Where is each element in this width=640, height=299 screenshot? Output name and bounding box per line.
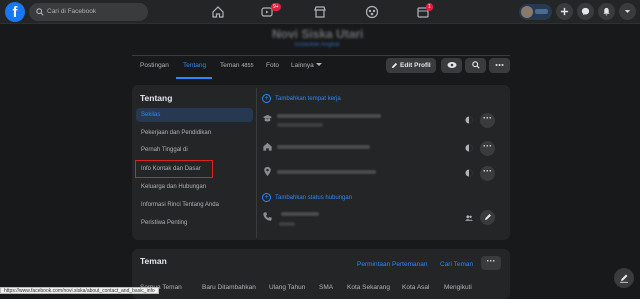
edit-profile-button[interactable]: Edit Profil xyxy=(386,58,436,73)
tab-posts[interactable]: Postingan xyxy=(140,62,169,69)
edit-profile-label: Edit Profil xyxy=(400,62,431,69)
edit-options-button[interactable]: ··· xyxy=(480,166,495,181)
house-icon xyxy=(263,142,272,151)
friends-tab-birthdays[interactable]: Ulang Tahun xyxy=(269,284,305,291)
friends-tab-current-city[interactable]: Kota Sekarang xyxy=(347,284,390,291)
gaming-badge: 1 xyxy=(426,3,433,11)
tab-about[interactable]: Tentang xyxy=(183,62,206,69)
bell-icon xyxy=(603,7,610,16)
top-navigation-bar: f Cari di Facebook 9+ 1 xyxy=(0,0,640,24)
create-button[interactable] xyxy=(556,3,573,20)
search-placeholder: Cari di Facebook xyxy=(47,8,97,15)
friend-count: 4855 xyxy=(241,63,254,69)
tab-more[interactable]: Lainnya xyxy=(291,62,322,69)
browser-status-url: https://www.facebook.com/novi.siska/abou… xyxy=(0,287,159,294)
profile-chip-name-blurred xyxy=(535,9,548,14)
pencil-icon xyxy=(392,62,398,68)
add-workplace-label: Tambahkan tempat kerja xyxy=(275,96,341,103)
friends-more-button[interactable]: ··· xyxy=(481,256,501,270)
new-message-button[interactable] xyxy=(614,268,634,288)
divider xyxy=(132,55,510,56)
divider xyxy=(256,88,257,238)
friends-tab-following[interactable]: Mengikuti xyxy=(444,284,472,291)
find-friends-link[interactable]: Cari Teman xyxy=(440,261,473,268)
plus-circle-icon: + xyxy=(262,94,271,103)
about-title: Tentang xyxy=(140,93,173,103)
friends-tab-recently-added[interactable]: Baru Ditambahkan xyxy=(202,284,256,291)
marketplace-icon[interactable] xyxy=(313,5,327,19)
profile-search-button[interactable] xyxy=(465,58,486,73)
groups-icon[interactable] xyxy=(365,5,379,19)
phone-icon xyxy=(263,212,272,221)
eye-icon xyxy=(447,62,456,68)
graduation-cap-icon xyxy=(262,114,273,122)
friends-title: Teman xyxy=(140,256,167,266)
phone-number-blurred xyxy=(281,212,319,216)
active-tab-indicator xyxy=(176,77,212,79)
tab-friends[interactable]: Teman 4855 xyxy=(220,62,254,69)
facebook-logo[interactable]: f xyxy=(5,2,25,22)
current-city-blurred xyxy=(277,170,376,174)
chevron-down-icon xyxy=(315,63,322,66)
location-pin-icon xyxy=(264,166,271,177)
plus-circle-icon: + xyxy=(262,193,271,202)
view-as-button[interactable] xyxy=(441,58,462,73)
add-relationship-link[interactable]: + Tambahkan status hubungan xyxy=(262,193,352,202)
pencil-icon xyxy=(484,214,491,220)
about-menu-overview[interactable]: Sekilas xyxy=(136,108,253,122)
account-menu-button[interactable] xyxy=(619,3,636,20)
about-menu-work-education[interactable]: Pekerjaan dan Pendidikan xyxy=(136,126,253,140)
education-sub-blurred xyxy=(277,123,323,127)
edit-phone-button[interactable] xyxy=(480,210,495,225)
profile-subname: Sistaskiie Angkat xyxy=(294,42,340,48)
chevron-down-icon xyxy=(624,10,631,13)
friends-card xyxy=(132,249,510,299)
education-info-blurred xyxy=(277,114,381,118)
about-menu-life-events[interactable]: Peristiwa Penting xyxy=(136,216,253,230)
friends-privacy-icon[interactable] xyxy=(465,214,473,222)
profile-chip[interactable] xyxy=(519,4,552,20)
privacy-custom-icon[interactable] xyxy=(465,144,473,152)
messenger-icon xyxy=(581,7,590,16)
add-workplace-link[interactable]: + Tambahkan tempat kerja xyxy=(262,94,341,103)
search-icon xyxy=(36,8,44,16)
privacy-custom-icon[interactable] xyxy=(465,169,473,177)
friends-tab-hometown[interactable]: Kota Asal xyxy=(402,284,429,291)
about-menu-family-relationships[interactable]: Keluarga dan Hubungan xyxy=(136,180,253,194)
profile-name: Novi Siska Utari xyxy=(272,27,364,41)
highlight-box xyxy=(135,160,213,178)
edit-options-button[interactable]: ··· xyxy=(480,141,495,156)
more-options-button[interactable] xyxy=(489,58,510,73)
search-input[interactable]: Cari di Facebook xyxy=(29,3,148,21)
add-relationship-label: Tambahkan status hubungan xyxy=(275,195,353,202)
compose-icon xyxy=(620,274,628,283)
phone-label-blurred xyxy=(279,222,295,226)
friends-tab-high-school[interactable]: SMA xyxy=(319,284,333,291)
edit-options-button[interactable]: ··· xyxy=(480,113,495,128)
about-menu-places-lived[interactable]: Pernah Tinggal di xyxy=(136,143,253,157)
hometown-info-blurred xyxy=(277,145,370,149)
avatar xyxy=(521,6,533,18)
notifications-button[interactable] xyxy=(598,3,615,20)
messenger-button[interactable] xyxy=(577,3,594,20)
privacy-custom-icon[interactable] xyxy=(465,116,473,124)
tab-friends-label: Teman xyxy=(220,62,240,69)
tab-more-label: Lainnya xyxy=(291,62,314,69)
watch-badge: 9+ xyxy=(271,3,281,11)
search-icon xyxy=(471,61,480,69)
tab-photos[interactable]: Foto xyxy=(266,62,279,69)
home-icon[interactable] xyxy=(211,5,225,19)
friend-requests-link[interactable]: Permintaan Pertemanan xyxy=(357,261,427,268)
about-menu-details-about-you[interactable]: Informasi Rinci Tentang Anda xyxy=(136,198,253,212)
more-dots-icon xyxy=(495,64,504,66)
plus-icon xyxy=(560,7,569,16)
